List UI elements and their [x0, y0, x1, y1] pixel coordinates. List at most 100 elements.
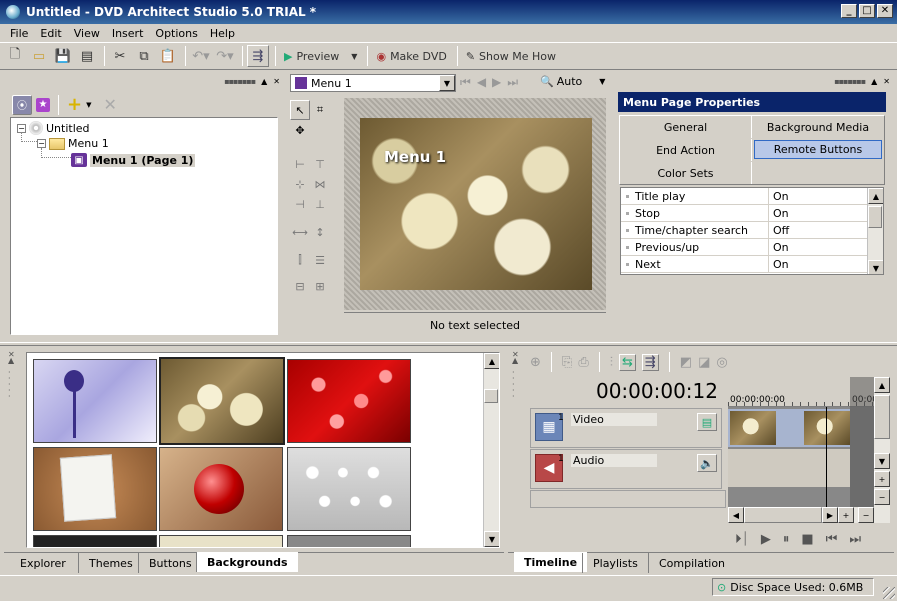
playhead-cursor[interactable] — [826, 407, 827, 507]
audio-track-icon[interactable]: ⎙ — [578, 355, 588, 370]
timeline-hscroll[interactable]: ◀ ▶ + − — [728, 507, 874, 523]
loop-icon[interactable]: ◩ — [680, 355, 692, 370]
scroll-down-icon[interactable]: ▼ — [484, 531, 499, 547]
side-grip[interactable]: ✕ ▲ · · · · · — [512, 351, 520, 412]
timeline-area[interactable]: 00:00:00:00 00:00 — [728, 377, 878, 507]
align-center-icon[interactable]: ⊹ — [290, 174, 310, 194]
zoom-out-horizontal-icon[interactable]: − — [858, 507, 874, 523]
pause-icon[interactable]: ⏸ — [783, 532, 790, 547]
make-dvd-button[interactable]: ◉ Make DVD — [372, 45, 450, 67]
property-row[interactable]: Title play On — [621, 188, 883, 205]
background-thumb-selected[interactable] — [159, 357, 285, 445]
video-clip[interactable] — [804, 411, 850, 445]
properties-icon[interactable]: ▤ — [76, 45, 98, 67]
next-icon[interactable]: ▶ — [492, 75, 501, 90]
video-clip[interactable] — [730, 411, 776, 445]
property-value[interactable]: On — [769, 205, 883, 221]
collapse-icon[interactable]: − — [37, 139, 46, 148]
redo-icon[interactable]: ↷▾ — [214, 45, 236, 67]
tab-themes[interactable]: Themes — [78, 553, 143, 573]
horizontal-splitter[interactable] — [0, 342, 897, 346]
same-width-icon[interactable]: ⟷ — [290, 222, 310, 242]
scroll-thumb[interactable] — [868, 206, 882, 228]
property-row[interactable]: Time/chapter search Off — [621, 222, 883, 239]
center-horizontal-icon[interactable]: ⊟ — [290, 276, 310, 296]
property-value[interactable]: On — [769, 256, 883, 272]
next-last-icon[interactable]: ⏭ — [507, 75, 518, 90]
scroll-up-icon[interactable]: ▲ — [868, 188, 883, 204]
chevron-down-icon[interactable]: ▼ — [599, 77, 605, 86]
menu-view[interactable]: View — [68, 27, 106, 40]
align-right-icon[interactable]: ⊣ — [290, 194, 310, 214]
star-icon[interactable]: ★ — [36, 97, 50, 112]
play-from-start-icon[interactable]: ⏵⏐ — [735, 532, 749, 547]
marker-icon[interactable]: ⊕ — [530, 355, 541, 370]
scroll-thumb[interactable] — [744, 507, 822, 523]
background-thumb[interactable] — [159, 535, 283, 547]
property-value[interactable]: On — [769, 239, 883, 255]
side-grip[interactable]: ✕ ▲ · · · · · — [8, 351, 16, 412]
add-icon[interactable]: + — [67, 94, 82, 115]
scroll-right-icon[interactable]: ▶ — [822, 507, 838, 523]
align-top-icon[interactable]: ⊤ — [310, 154, 330, 174]
preview-button[interactable]: ▶ Preview ▼ — [280, 45, 361, 67]
property-row[interactable]: Next On — [621, 256, 883, 273]
background-thumb[interactable] — [287, 535, 411, 547]
pin-icon[interactable]: ▲ — [261, 77, 267, 86]
tab-compilation[interactable]: Compilation — [648, 553, 735, 573]
gallery-scrollbar[interactable]: ▲ ▼ — [483, 353, 499, 547]
tree-item-page[interactable]: ▣ Menu 1 (Page 1) — [71, 153, 196, 167]
pin-icon[interactable]: ▲ — [871, 77, 877, 86]
prev-first-icon[interactable]: ⏮ — [460, 75, 471, 90]
scroll-left-icon[interactable]: ◀ — [728, 507, 744, 523]
same-height-icon[interactable]: ↕ — [310, 222, 330, 242]
snap-icon[interactable]: ⇶ — [247, 45, 269, 67]
split-icon[interactable]: ⫶ — [610, 355, 613, 370]
speaker-icon[interactable]: 🔈 — [697, 454, 717, 472]
menu-edit[interactable]: Edit — [34, 27, 67, 40]
scroll-thumb[interactable] — [874, 395, 890, 439]
background-thumb[interactable] — [287, 447, 411, 531]
zoom-icon[interactable]: 🔍 — [540, 75, 554, 88]
tab-explorer[interactable]: Explorer — [10, 553, 76, 573]
paste-icon[interactable]: 📋 — [157, 45, 179, 67]
background-thumb[interactable] — [33, 535, 157, 547]
property-value[interactable]: Off — [769, 222, 883, 238]
grip-handle[interactable]: ▪▪▪▪▪▪▪ — [224, 77, 256, 86]
timeline-vscroll[interactable]: ▲ ▼ + − — [874, 377, 890, 523]
menu-help[interactable]: Help — [204, 27, 241, 40]
video-track-name[interactable]: Video — [571, 413, 657, 426]
properties-scrollbar[interactable]: ▲ ▼ — [867, 188, 883, 274]
auto-ripple-icon[interactable]: ⇆ — [618, 353, 636, 371]
menu-title-text[interactable]: Menu 1 — [384, 148, 446, 166]
undo-icon[interactable]: ↶▾ — [190, 45, 212, 67]
project-overview-icon[interactable]: ⦿ — [12, 94, 32, 115]
close-button[interactable]: ✕ — [877, 4, 893, 18]
audio-track-name[interactable]: Audio — [571, 454, 657, 467]
scroll-down-icon[interactable]: ▼ — [868, 260, 883, 274]
tab-backgrounds[interactable]: Backgrounds — [196, 552, 298, 572]
menu-select[interactable]: Menu 1 ▼ — [290, 74, 456, 92]
select-tool-icon[interactable]: ↖ — [290, 100, 310, 120]
close-icon[interactable]: ✕ — [273, 77, 280, 86]
show-me-how-button[interactable]: ✎ Show Me How — [462, 45, 560, 67]
align-left-icon[interactable]: ⊢ — [290, 154, 310, 174]
reset-icon[interactable]: ◎ — [716, 355, 727, 370]
align-middle-icon[interactable]: ⋈ — [310, 174, 330, 194]
center-vertical-icon[interactable]: ⊞ — [310, 276, 330, 296]
minimize-button[interactable]: _ — [841, 4, 857, 18]
audio-track-header[interactable]: ◀ 1 Audio 🔈 — [530, 449, 722, 489]
space-vertical-icon[interactable]: ☰ — [310, 250, 330, 270]
resize-grip[interactable] — [883, 587, 895, 599]
track-icon[interactable]: ⎘ — [562, 355, 572, 370]
video-track-header[interactable]: ▦ 1 Video ▤ — [530, 408, 722, 448]
zoom-out-vertical-icon[interactable]: − — [874, 489, 890, 505]
scroll-thumb[interactable] — [484, 389, 498, 403]
new-icon[interactable]: 🗋 — [4, 45, 26, 67]
open-icon[interactable]: ▭ — [28, 45, 50, 67]
tab-buttons[interactable]: Buttons — [138, 553, 202, 573]
space-horizontal-icon[interactable]: ⫿ — [290, 250, 310, 270]
align-bottom-icon[interactable]: ⊥ — [310, 194, 330, 214]
grip-handle[interactable]: ▪▪▪▪▪▪▪ — [834, 77, 866, 86]
property-row[interactable]: Previous/up On — [621, 239, 883, 256]
